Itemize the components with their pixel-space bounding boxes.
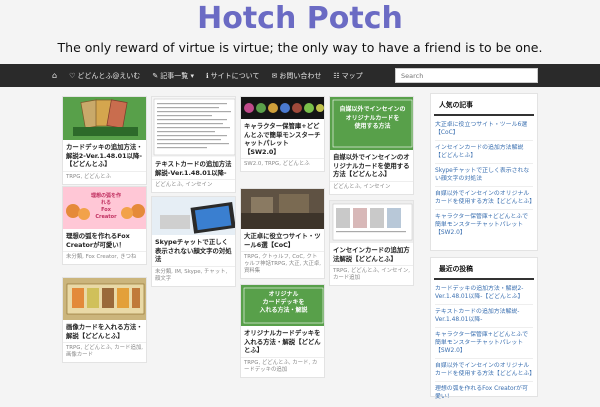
post-thumbnail[interactable]: [330, 201, 413, 243]
post-thumbnail[interactable]: 自媒以外でインセインの オリジナルカードを 使用する方法: [330, 97, 413, 150]
post-meta: TRPG, どどんとふ, カード追加, 画像カード: [63, 342, 146, 362]
post-title[interactable]: オリジナルカードデッキを入れる方法・解説【どどんとふ】: [241, 326, 324, 357]
popular-post-link[interactable]: 自媒以外でインセインのオリジナルカードを使用する方法【どどんとふ】: [435, 187, 535, 210]
post-thumbnail[interactable]: オリジナル カードデッキを 入れる方法・解説: [241, 285, 324, 326]
post-grid: カードデッキの追加方法・解説2-Ver.1.48.01以降-【どどんとふ】 TR…: [62, 93, 414, 400]
widget-title: 最近の投稿: [434, 258, 534, 280]
nav-item-dodontof[interactable]: ♡ どどんとふ@えいむ: [63, 64, 146, 87]
heart-icon: ♡: [69, 71, 76, 80]
site-title[interactable]: Hotch Potch: [0, 0, 600, 36]
post-card[interactable]: カードデッキの追加方法・解説2-Ver.1.48.01以降-【どどんとふ】 TR…: [62, 96, 147, 185]
mail-icon: ✉: [271, 71, 278, 80]
post-thumbnail[interactable]: 理想の弧を作れる Fox Creator: [63, 187, 146, 229]
recent-post-link[interactable]: テキストカードの追加方法解説-Ver.1.48.01以降-: [435, 305, 533, 328]
nav-item-contact[interactable]: ✉ お問い合わせ: [265, 64, 327, 87]
post-thumbnail[interactable]: [241, 189, 324, 229]
post-title[interactable]: インセインカードの追加方法解説【どどんとふ】: [330, 243, 413, 265]
post-thumbnail[interactable]: [63, 97, 146, 140]
nav-item-home[interactable]: ⌂: [52, 64, 63, 87]
post-meta: SW2.0, TRPG, どどんとふ: [241, 158, 324, 171]
site-description: The only reward of virtue is virtue; the…: [57, 40, 543, 55]
post-thumbnail[interactable]: [152, 197, 235, 235]
insane-banner-text: 自媒以外でインセインの オリジナルカードを 使用する方法: [339, 106, 406, 130]
popular-post-link[interactable]: インセインカードの追加方法解説【どどんとふ】: [435, 141, 533, 164]
post-meta: 未分類, IM, Skype, チャット, 顔文字: [152, 265, 235, 286]
popular-posts-widget: 人気の記事 大正卓に役立つサイト・ツール6選【CoC】 インセインカードの追加方…: [430, 93, 538, 251]
info-icon: ℹ: [205, 71, 209, 80]
post-meta: TRPG, どどんとふ: [63, 170, 146, 184]
recent-post-link[interactable]: 理想の弧を作れるFox Creatorが可愛い！: [435, 382, 533, 404]
post-thumbnail[interactable]: [152, 97, 235, 157]
post-title[interactable]: 大正卓に役立つサイト・ツール6選【CoC】: [241, 229, 324, 251]
post-meta: どどんとふ, インセイン: [152, 179, 235, 192]
post-title[interactable]: 理想の弧を作れるFox Creatorが可愛い！: [63, 229, 146, 251]
post-thumbnail[interactable]: [241, 97, 324, 119]
post-meta: TRPG, どどんとふ, カード, カードデッキの追加: [241, 356, 324, 377]
post-card[interactable]: 自媒以外でインセインの オリジナルカードを 使用する方法 自媒以外でインセインの…: [329, 96, 414, 195]
post-title[interactable]: キャラクター保管庫+どどんとふで簡単モンスターチャットパレット【SW2.0】: [241, 119, 324, 158]
recent-post-link[interactable]: キャラクター保管庫+どどんとふで簡単モンスターチャットパレット【SW2.0】: [435, 328, 533, 359]
recent-posts-widget: 最近の投稿 カードデッキの追加方法・解説2-Ver.1.48.01以降-【どどん…: [430, 257, 538, 400]
post-meta: TRPG, どどんとふ, インセイン, カード追加: [330, 265, 413, 285]
nav-item-about[interactable]: ℹ サイトについて: [200, 64, 265, 87]
fox-banner-text: 理想の弧を作れる Fox Creator: [91, 193, 122, 220]
post-thumbnail[interactable]: [63, 278, 146, 320]
post-card[interactable]: インセインカードの追加方法解説【どどんとふ】 TRPG, どどんとふ, インセイ…: [329, 200, 414, 287]
recent-post-link[interactable]: カードデッキの追加方法・解説2-Ver.1.48.01以降-【どどんとふ】: [435, 282, 533, 305]
nav-item-articles[interactable]: ✎ 記事一覧 ▾: [146, 64, 200, 87]
post-title[interactable]: カードデッキの追加方法・解説2-Ver.1.48.01以降-【どどんとふ】: [63, 140, 146, 171]
post-title[interactable]: テキストカードの追加方法解説-Ver.1.48.01以降-: [152, 157, 235, 179]
post-card[interactable]: 画像カードを入れる方法・解説【どどんとふ】 TRPG, どどんとふ, カード追加…: [62, 277, 147, 364]
post-card[interactable]: テキストカードの追加方法解説-Ver.1.48.01以降- どどんとふ, インセ…: [151, 96, 236, 194]
post-meta: どどんとふ, インセイン: [330, 180, 413, 194]
home-icon: ⌂: [52, 71, 58, 80]
original-deck-banner-text: オリジナル カードデッキを 入れる方法・解説: [259, 291, 308, 314]
main-nav: ⌂ ♡ どどんとふ@えいむ ✎ 記事一覧 ▾ ℹ サイトについて ✉ お問い合わ…: [0, 64, 600, 87]
sidebar: 人気の記事 大正卓に役立つサイト・ツール6選【CoC】 インセインカードの追加方…: [430, 93, 538, 403]
post-card[interactable]: オリジナル カードデッキを 入れる方法・解説 オリジナルカードデッキを入れる方法…: [240, 284, 325, 378]
popular-post-link[interactable]: 大正卓に役立つサイト・ツール6選【CoC】: [435, 118, 533, 141]
post-card[interactable]: 大正卓に役立つサイト・ツール6選【CoC】 TRPG, クトゥルフ, CoC, …: [240, 188, 325, 280]
post-meta: TRPG, クトゥルフ, CoC, クトゥルフ神話TRPG, 大正, 大正卓, …: [241, 251, 324, 278]
post-card[interactable]: Skypeチャットで正しく表示されない顔文字の対処法 未分類, IM, Skyp…: [151, 196, 236, 287]
popular-post-link[interactable]: キャラクター保管庫+どどんとふで簡単モンスターチャットパレット【SW2.0】: [435, 210, 533, 240]
post-title[interactable]: Skypeチャットで正しく表示されない顔文字の対処法: [152, 235, 235, 266]
post-card[interactable]: 理想の弧を作れる Fox Creator 理想の弧を作れるFox Creatorが…: [62, 186, 147, 266]
search-input[interactable]: [395, 68, 538, 83]
site-header: Hotch Potch The only reward of virtue is…: [0, 0, 600, 64]
post-title[interactable]: 画像カードを入れる方法・解説【どどんとふ】: [63, 320, 146, 342]
popular-post-link[interactable]: Skypeチャットで正しく表示されない顔文字の対処法: [435, 164, 533, 187]
widget-title: 人気の記事: [434, 94, 534, 116]
post-title[interactable]: 自媒以外でインセインのオリジナルカードを使用する方法【どどんとふ】: [330, 150, 413, 181]
pencil-icon: ✎: [152, 71, 159, 80]
recent-post-link[interactable]: 自媒以外でインセインのオリジナルカードを使用する方法【どどんとふ】: [435, 359, 535, 382]
post-meta: 未分類, Fox Creator, きつね: [63, 251, 146, 264]
sitemap-icon: ☷: [333, 71, 340, 80]
nav-item-map[interactable]: ☷ マップ: [327, 64, 368, 87]
post-card[interactable]: キャラクター保管庫+どどんとふで簡単モンスターチャットパレット【SW2.0】 S…: [240, 96, 325, 173]
